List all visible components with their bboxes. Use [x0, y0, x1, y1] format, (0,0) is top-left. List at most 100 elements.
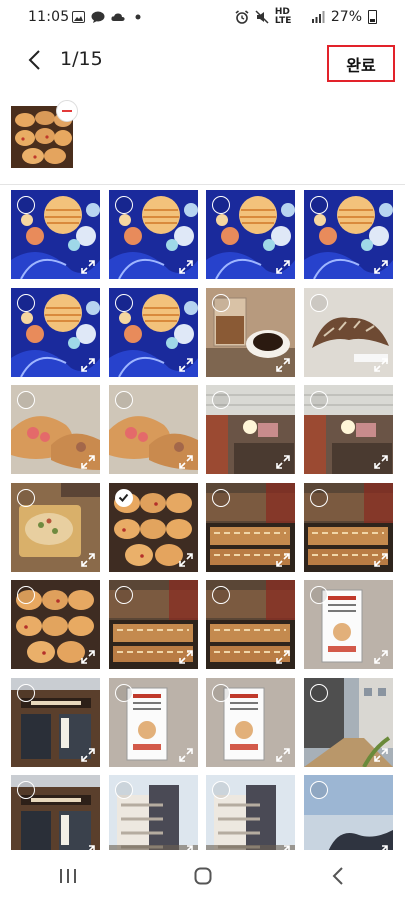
expand-icon[interactable] [373, 455, 388, 469]
select-checkbox[interactable] [309, 586, 328, 604]
photo-thumbnail[interactable] [206, 775, 295, 850]
select-checkbox[interactable] [114, 391, 133, 409]
selected-checkbox[interactable] [114, 488, 133, 507]
alarm-icon [235, 10, 249, 24]
expand-icon[interactable] [81, 845, 95, 850]
photo-grid [11, 190, 397, 850]
photo-thumbnail[interactable] [303, 482, 393, 572]
expand-icon[interactable] [276, 845, 290, 850]
photo-thumbnail[interactable] [11, 677, 100, 767]
photo-thumbnail[interactable] [11, 482, 100, 572]
select-checkbox[interactable] [114, 683, 133, 702]
expand-icon[interactable] [373, 747, 388, 762]
battery-percent: 27% [330, 9, 362, 25]
photo-thumbnail[interactable] [108, 385, 198, 474]
expand-icon[interactable] [81, 552, 95, 567]
select-checkbox[interactable] [17, 781, 35, 799]
select-checkbox[interactable] [17, 683, 35, 702]
expand-icon[interactable] [276, 552, 290, 567]
talk-notification-icon [91, 10, 105, 24]
select-checkbox[interactable] [114, 586, 133, 604]
photo-thumbnail[interactable] [108, 190, 198, 279]
expand-icon[interactable] [276, 260, 290, 274]
back-nav-button[interactable] [318, 856, 358, 896]
select-checkbox[interactable] [17, 586, 35, 604]
photo-thumbnail[interactable] [206, 190, 295, 279]
select-checkbox[interactable] [309, 196, 328, 214]
photo-thumbnail[interactable] [11, 385, 100, 474]
expand-icon[interactable] [276, 650, 290, 664]
expand-icon[interactable] [178, 747, 193, 762]
select-checkbox[interactable] [212, 781, 230, 799]
expand-icon[interactable] [276, 747, 290, 762]
expand-icon[interactable] [178, 552, 193, 567]
photo-thumbnail[interactable] [206, 677, 295, 767]
expand-icon[interactable] [373, 357, 388, 372]
photo-thumbnail[interactable] [108, 775, 198, 850]
photo-thumbnail[interactable] [108, 287, 198, 377]
select-checkbox[interactable] [212, 683, 230, 702]
expand-icon[interactable] [178, 260, 193, 274]
mute-icon [255, 10, 269, 24]
home-button[interactable] [183, 856, 223, 896]
photo-thumbnail[interactable] [303, 287, 393, 377]
back-chevron-icon [332, 867, 343, 885]
select-checkbox[interactable] [309, 781, 328, 799]
select-checkbox[interactable] [212, 196, 230, 214]
select-checkbox[interactable] [17, 488, 35, 507]
notification-icons [71, 10, 145, 24]
select-checkbox[interactable] [17, 391, 35, 409]
select-checkbox[interactable] [114, 293, 133, 312]
photo-thumbnail[interactable] [303, 775, 393, 850]
expand-icon[interactable] [373, 260, 388, 274]
expand-icon[interactable] [178, 455, 193, 469]
expand-icon[interactable] [276, 455, 290, 469]
photo-thumbnail[interactable] [11, 287, 100, 377]
expand-icon[interactable] [81, 747, 95, 762]
photo-thumbnail[interactable] [303, 190, 393, 279]
expand-icon[interactable] [178, 357, 193, 372]
photo-thumbnail[interactable] [206, 482, 295, 572]
remove-selected-button[interactable] [56, 100, 78, 122]
expand-icon[interactable] [276, 357, 290, 372]
expand-icon[interactable] [373, 552, 388, 567]
recent-apps-button[interactable] [48, 856, 88, 896]
done-button[interactable]: 완료 [327, 45, 395, 82]
expand-icon[interactable] [373, 650, 388, 664]
select-checkbox[interactable] [309, 683, 328, 702]
select-checkbox[interactable] [212, 391, 230, 409]
photo-thumbnail[interactable] [108, 580, 198, 669]
expand-icon[interactable] [81, 455, 95, 469]
cloud-icon [111, 10, 125, 24]
expand-icon[interactable] [81, 650, 95, 664]
select-checkbox[interactable] [309, 488, 328, 507]
photo-thumbnail[interactable] [11, 190, 100, 279]
expand-icon[interactable] [178, 650, 193, 664]
expand-icon[interactable] [179, 845, 193, 850]
select-checkbox[interactable] [309, 391, 328, 409]
expand-icon[interactable] [81, 260, 95, 274]
photo-thumbnail[interactable] [206, 287, 295, 377]
select-checkbox[interactable] [309, 293, 328, 312]
select-checkbox[interactable] [114, 781, 133, 799]
photo-thumbnail[interactable] [303, 580, 393, 669]
select-checkbox[interactable] [212, 488, 230, 507]
status-bar: 11:05 HD LTE 27% [0, 0, 405, 34]
photo-thumbnail[interactable] [108, 677, 198, 767]
select-checkbox[interactable] [17, 293, 35, 312]
photo-thumbnail[interactable] [11, 580, 100, 669]
photo-thumbnail[interactable] [303, 677, 393, 767]
select-checkbox[interactable] [212, 586, 230, 604]
select-checkbox[interactable] [212, 293, 230, 312]
photo-thumbnail[interactable] [303, 385, 393, 474]
status-time: 11:05 [28, 9, 70, 25]
back-button[interactable] [20, 46, 48, 74]
photo-thumbnail[interactable] [206, 580, 295, 669]
select-checkbox[interactable] [114, 196, 133, 214]
photo-thumbnail[interactable] [108, 482, 198, 572]
expand-icon[interactable] [374, 845, 388, 850]
photo-thumbnail[interactable] [206, 385, 295, 474]
photo-thumbnail[interactable] [11, 775, 100, 850]
expand-icon[interactable] [81, 357, 95, 372]
select-checkbox[interactable] [17, 196, 35, 214]
